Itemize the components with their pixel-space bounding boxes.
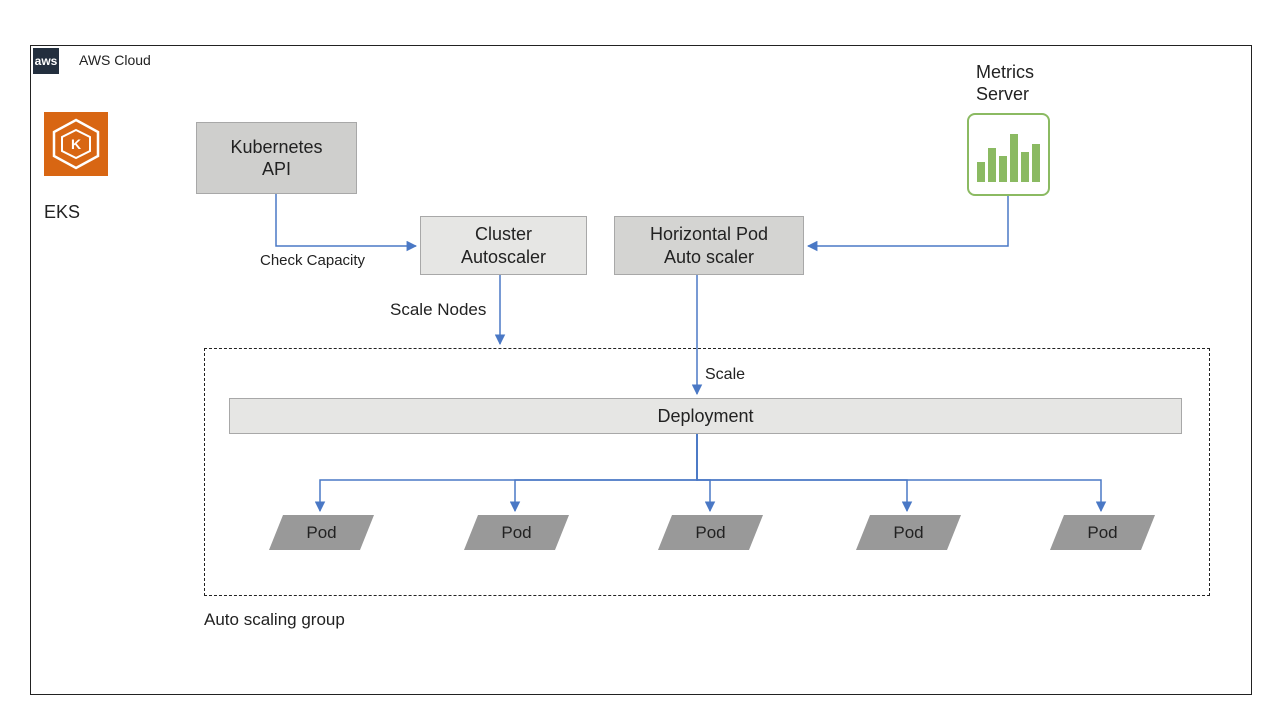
box-hpa-line2: Auto scaler bbox=[650, 246, 768, 269]
pod-2-label: Pod bbox=[501, 523, 531, 543]
auto-scaling-group-boundary bbox=[204, 348, 1210, 596]
box-cluster-autoscaler: Cluster Autoscaler bbox=[420, 216, 587, 275]
box-kubernetes-api-line1: Kubernetes bbox=[230, 136, 322, 159]
metrics-server-icon bbox=[967, 113, 1050, 196]
box-deployment: Deployment bbox=[229, 398, 1182, 434]
pod-3-label: Pod bbox=[695, 523, 725, 543]
pod-1: Pod bbox=[269, 515, 374, 550]
metrics-server-label-line2: Server bbox=[976, 84, 1029, 104]
pod-5-label: Pod bbox=[1087, 523, 1117, 543]
cloud-label: AWS Cloud bbox=[79, 52, 151, 68]
box-kubernetes-api-line2: API bbox=[230, 158, 322, 181]
svg-text:K: K bbox=[71, 136, 81, 152]
box-horizontal-pod-autoscaler: Horizontal Pod Auto scaler bbox=[614, 216, 804, 275]
aws-logo-icon: aws bbox=[33, 48, 59, 74]
auto-scaling-group-label: Auto scaling group bbox=[204, 610, 345, 630]
pod-5: Pod bbox=[1050, 515, 1155, 550]
box-hpa-line1: Horizontal Pod bbox=[650, 223, 768, 246]
box-cluster-autoscaler-line2: Autoscaler bbox=[461, 246, 546, 269]
aws-logo-text: aws bbox=[35, 55, 58, 67]
eks-icon: K bbox=[44, 112, 108, 176]
eks-label: EKS bbox=[44, 202, 80, 223]
pod-4-label: Pod bbox=[893, 523, 923, 543]
pod-4: Pod bbox=[856, 515, 961, 550]
box-cluster-autoscaler-line1: Cluster bbox=[461, 223, 546, 246]
box-kubernetes-api: Kubernetes API bbox=[196, 122, 357, 194]
edge-label-check-capacity: Check Capacity bbox=[260, 252, 365, 269]
metrics-server-label-line1: Metrics bbox=[976, 62, 1034, 82]
bar-chart-icon bbox=[977, 134, 1040, 182]
pod-3: Pod bbox=[658, 515, 763, 550]
metrics-server-label: Metrics Server bbox=[976, 62, 1034, 105]
pod-1-label: Pod bbox=[306, 523, 336, 543]
box-deployment-label: Deployment bbox=[657, 405, 753, 428]
pod-2: Pod bbox=[464, 515, 569, 550]
edge-label-scale-nodes: Scale Nodes bbox=[390, 300, 486, 320]
